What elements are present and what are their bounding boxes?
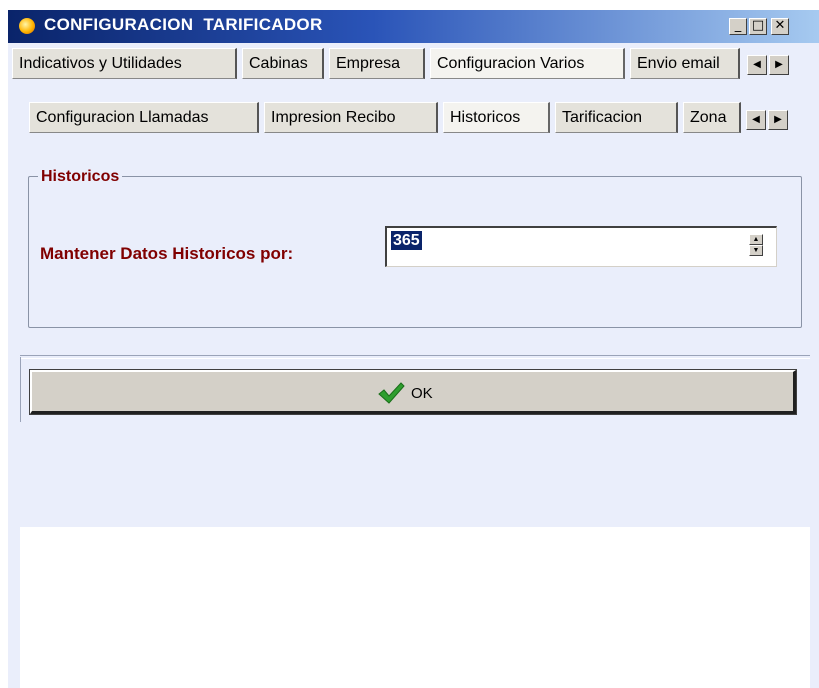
tab-empresa[interactable]: Empresa bbox=[329, 48, 425, 79]
tab-tarificacion[interactable]: Tarificacion bbox=[555, 102, 678, 133]
divider bbox=[20, 357, 21, 422]
scroll-right-icon[interactable]: ▶ bbox=[768, 110, 788, 130]
mantener-datos-label: Mantener Datos Historicos por: bbox=[40, 244, 294, 263]
check-icon bbox=[378, 382, 405, 404]
spin-up-icon[interactable]: ▲ bbox=[749, 234, 763, 245]
close-button[interactable]: ✕ bbox=[771, 18, 789, 35]
empty-panel bbox=[20, 527, 810, 688]
tab-configuracion-varios[interactable]: Configuracion Varios bbox=[430, 48, 625, 79]
dias-historicos-spinner[interactable]: 365 ▲ ▼ bbox=[385, 226, 777, 267]
tab-cabinas[interactable]: Cabinas bbox=[242, 48, 324, 79]
tab-zona[interactable]: Zona bbox=[683, 102, 741, 133]
tab-impresion-recibo[interactable]: Impresion Recibo bbox=[264, 102, 438, 133]
ok-button[interactable]: OK bbox=[29, 369, 797, 415]
spinner-buttons: ▲ ▼ bbox=[749, 234, 763, 256]
tab-envio-email[interactable]: Envio email bbox=[630, 48, 740, 79]
app-icon bbox=[19, 18, 35, 34]
scroll-right-icon[interactable]: ▶ bbox=[769, 55, 789, 75]
maximize-button[interactable]: □ bbox=[749, 18, 767, 35]
window: CONFIGURACION TARIFICADOR _ □ ✕ Indicati… bbox=[8, 10, 819, 688]
main-tab-scroll: ◀ ▶ bbox=[747, 55, 791, 75]
scroll-left-icon[interactable]: ◀ bbox=[747, 55, 767, 75]
sub-tab-scroll: ◀ ▶ bbox=[746, 110, 790, 130]
tab-historicos[interactable]: Historicos bbox=[443, 102, 550, 133]
window-title: CONFIGURACION TARIFICADOR bbox=[44, 15, 323, 34]
dias-historicos-value[interactable]: 365 bbox=[391, 231, 422, 250]
spin-down-icon[interactable]: ▼ bbox=[749, 245, 763, 256]
ok-label: OK bbox=[411, 385, 433, 402]
separator bbox=[20, 355, 810, 359]
scroll-left-icon[interactable]: ◀ bbox=[746, 110, 766, 130]
tab-indicativos[interactable]: Indicativos y Utilidades bbox=[12, 48, 237, 79]
minimize-button[interactable]: _ bbox=[729, 18, 747, 35]
title-bar[interactable]: CONFIGURACION TARIFICADOR _ □ ✕ bbox=[8, 10, 819, 43]
tab-configuracion-llamadas[interactable]: Configuracion Llamadas bbox=[29, 102, 259, 133]
historicos-group-title: Historicos bbox=[38, 168, 123, 186]
